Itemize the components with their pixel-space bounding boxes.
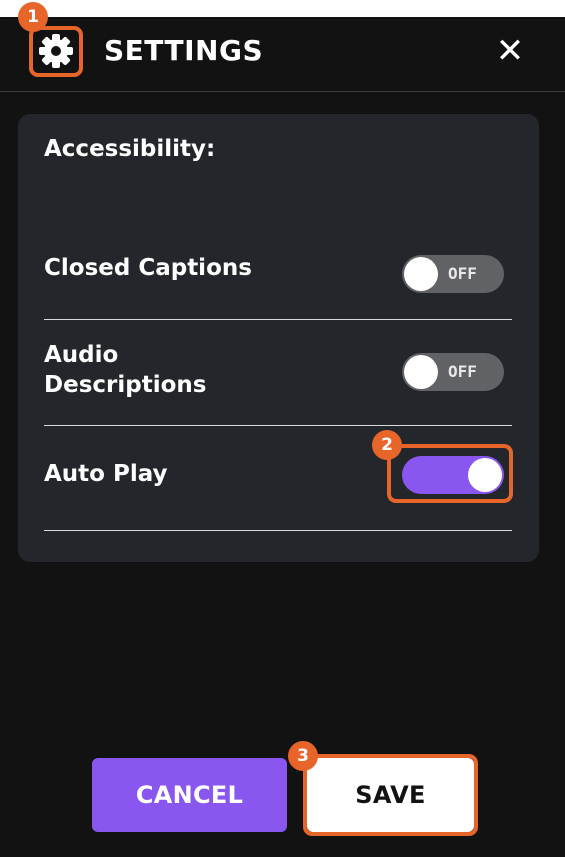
cancel-button[interactable]: CANCEL [92, 758, 287, 832]
page-title: SETTINGS [104, 34, 264, 67]
annotation-badge-1: 1 [18, 2, 48, 32]
annotation-badge-3: 3 [288, 741, 318, 771]
toggle-knob [404, 355, 438, 389]
close-icon[interactable]: ✕ [490, 33, 530, 69]
toggle-state-label: OFF [448, 362, 477, 381]
closed-captions-row: Closed Captions OFF [44, 220, 512, 320]
highlight-box-auto-play [387, 444, 513, 503]
settings-panel: SETTINGS ✕ Accessibility: Closed Caption… [0, 17, 565, 857]
toggle-state-label: OFF [448, 264, 477, 283]
highlight-box-gear [29, 26, 83, 77]
highlight-box-save [303, 754, 478, 836]
audio-descriptions-toggle[interactable]: OFF [402, 353, 504, 391]
audio-descriptions-label-line2: Descriptions [44, 372, 207, 398]
closed-captions-toggle[interactable]: OFF [402, 255, 504, 293]
auto-play-label: Auto Play [44, 461, 168, 487]
audio-descriptions-label-line1: Audio [44, 342, 119, 368]
audio-descriptions-row: Audio Descriptions OFF [44, 320, 512, 426]
section-title: Accessibility: [44, 136, 216, 162]
annotation-badge-2: 2 [372, 430, 402, 460]
closed-captions-label: Closed Captions [44, 255, 252, 281]
settings-header: SETTINGS ✕ [0, 17, 565, 92]
toggle-knob [404, 257, 438, 291]
audio-descriptions-label: Audio Descriptions [44, 340, 206, 400]
